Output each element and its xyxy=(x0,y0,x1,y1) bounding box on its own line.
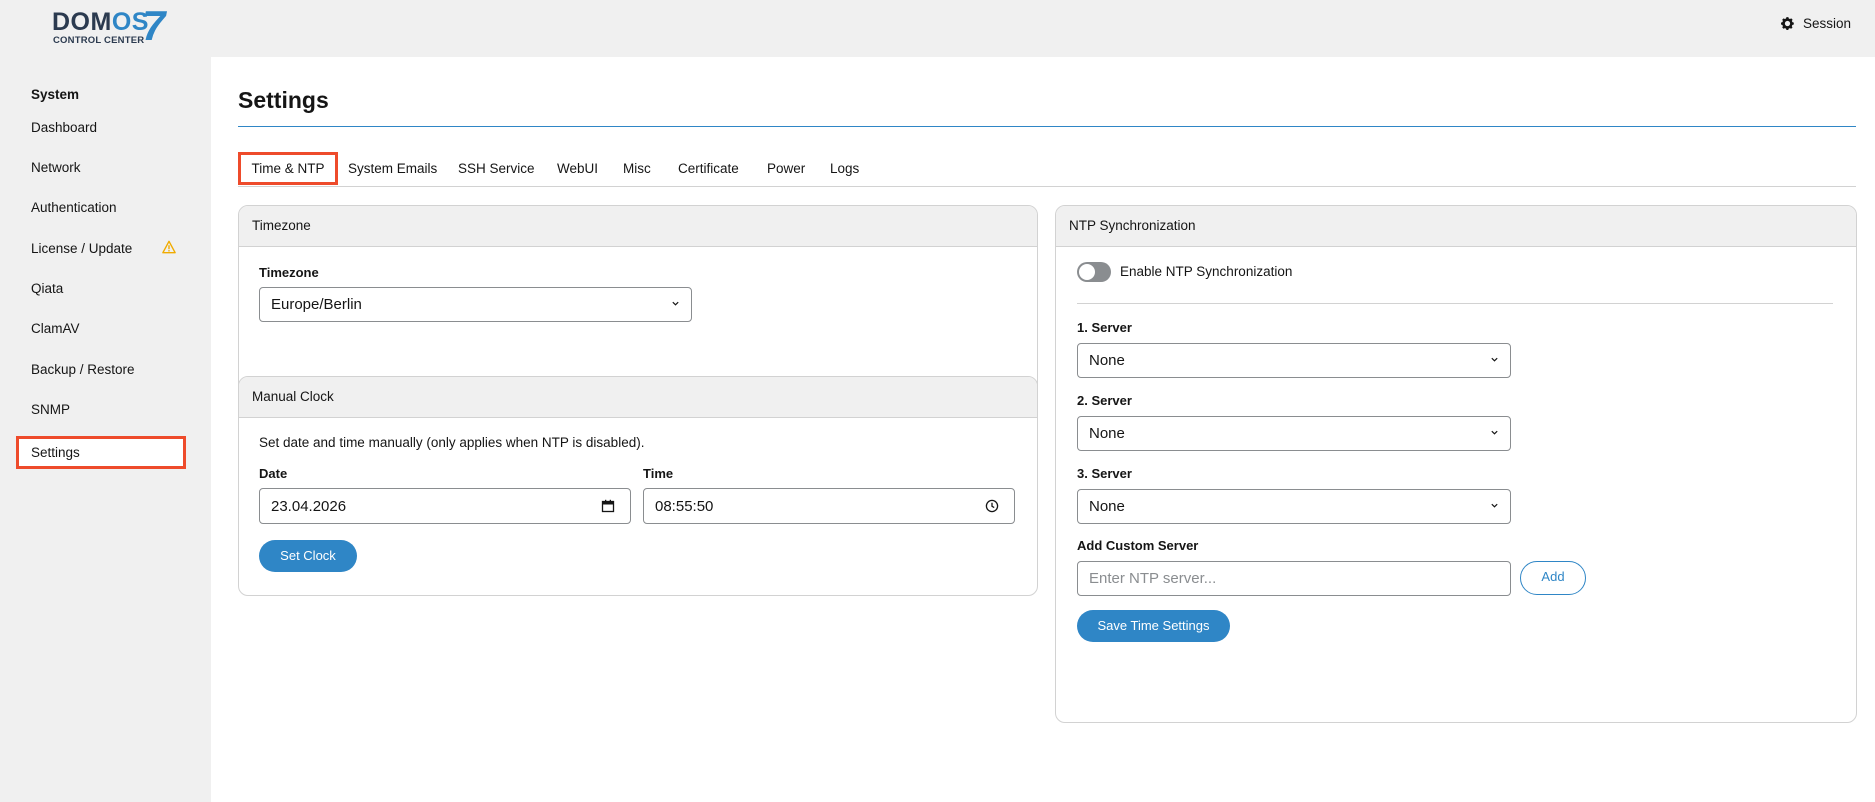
sidebar-item-dashboard[interactable]: Dashboard xyxy=(31,120,181,135)
tab-webui[interactable]: WebUI xyxy=(557,152,598,185)
page-title: Settings xyxy=(238,87,329,113)
panel-header: Timezone xyxy=(239,206,1037,247)
server-1-label: 1. Server xyxy=(1077,320,1132,335)
server-2-label: 2. Server xyxy=(1077,393,1132,408)
panel-header: Manual Clock xyxy=(239,377,1037,418)
chevron-down-icon xyxy=(1491,503,1498,508)
top-bar: DOMOS 7 CONTROL CENTER Session xyxy=(0,0,1875,57)
tab-power[interactable]: Power xyxy=(767,152,805,185)
toggle-knob xyxy=(1079,264,1095,280)
sidebar-item-authentication[interactable]: Authentication xyxy=(31,200,181,215)
add-server-button[interactable]: Add xyxy=(1520,561,1586,595)
logo-brand: DOMOS xyxy=(52,8,149,36)
tab-time-ntp[interactable]: Time & NTP xyxy=(238,152,338,185)
date-value: 23.04.2026 xyxy=(271,497,347,515)
calendar-icon xyxy=(601,499,615,513)
time-input[interactable]: 08:55:50 xyxy=(643,488,1015,524)
gear-icon xyxy=(1781,17,1794,30)
sidebar-item-label: License / Update xyxy=(31,241,133,256)
server-2-value: None xyxy=(1089,425,1125,442)
sidebar-item-network[interactable]: Network xyxy=(31,160,181,175)
divider xyxy=(1077,303,1833,304)
settings-tabs: Time & NTP System Emails SSH Service Web… xyxy=(238,152,1856,187)
ntp-sync-panel: NTP Synchronization Enable NTP Synchroni… xyxy=(1055,205,1857,723)
tab-ssh-service[interactable]: SSH Service xyxy=(458,152,535,185)
time-value: 08:55:50 xyxy=(655,497,714,515)
chevron-down-icon xyxy=(1491,357,1498,362)
tab-certificate[interactable]: Certificate xyxy=(678,152,739,185)
timezone-value: Europe/Berlin xyxy=(271,296,362,313)
chevron-down-icon xyxy=(1491,430,1498,435)
sidebar-item-snmp[interactable]: SNMP xyxy=(31,402,181,417)
clock-icon xyxy=(985,499,999,513)
chevron-down-icon xyxy=(672,301,679,306)
sidebar-item-settings[interactable]: Settings xyxy=(16,436,186,469)
ntp-toggle[interactable] xyxy=(1077,262,1111,282)
manual-clock-panel: Manual Clock Set date and time manually … xyxy=(238,376,1038,596)
server-3-select[interactable]: None xyxy=(1077,489,1511,524)
manual-clock-description: Set date and time manually (only applies… xyxy=(259,435,645,450)
tab-logs[interactable]: Logs xyxy=(830,152,859,185)
server-1-value: None xyxy=(1089,352,1125,369)
server-1-select[interactable]: None xyxy=(1077,343,1511,378)
session-label: Session xyxy=(1802,16,1851,31)
sidebar-item-backup-restore[interactable]: Backup / Restore xyxy=(31,362,181,377)
sidebar-item-license-update[interactable]: License / Update xyxy=(31,240,181,256)
sidebar-heading: System xyxy=(31,87,80,102)
tab-misc[interactable]: Misc xyxy=(623,152,651,185)
sidebar-item-qiata[interactable]: Qiata xyxy=(31,281,181,296)
server-2-select[interactable]: None xyxy=(1077,416,1511,451)
date-input[interactable]: 23.04.2026 xyxy=(259,488,631,524)
timezone-label: Timezone xyxy=(259,265,319,280)
logo-number: 7 xyxy=(142,2,166,49)
server-3-value: None xyxy=(1089,498,1125,515)
custom-server-input[interactable]: Enter NTP server... xyxy=(1077,561,1511,596)
save-time-settings-button[interactable]: Save Time Settings xyxy=(1077,610,1230,642)
title-divider xyxy=(238,126,1856,127)
ntp-toggle-label: Enable NTP Synchronization xyxy=(1120,264,1293,279)
logo-subtitle: CONTROL CENTER xyxy=(53,35,145,46)
sidebar-item-clamav[interactable]: ClamAV xyxy=(31,321,181,336)
time-label: Time xyxy=(643,466,674,481)
timezone-select[interactable]: Europe/Berlin xyxy=(259,287,692,322)
main-content: Settings Time & NTP System Emails SSH Se… xyxy=(211,57,1875,802)
warning-icon xyxy=(162,240,176,254)
tab-system-emails[interactable]: System Emails xyxy=(348,152,437,185)
custom-server-label: Add Custom Server xyxy=(1077,538,1199,553)
set-clock-button[interactable]: Set Clock xyxy=(259,540,357,572)
date-label: Date xyxy=(259,466,288,481)
sidebar: System Dashboard Network Authentication … xyxy=(0,57,211,802)
panel-header: NTP Synchronization xyxy=(1056,206,1856,247)
server-3-label: 3. Server xyxy=(1077,466,1132,481)
session-menu[interactable]: Session xyxy=(1780,16,1851,31)
domos-logo[interactable]: DOMOS 7 CONTROL CENTER xyxy=(52,2,172,49)
